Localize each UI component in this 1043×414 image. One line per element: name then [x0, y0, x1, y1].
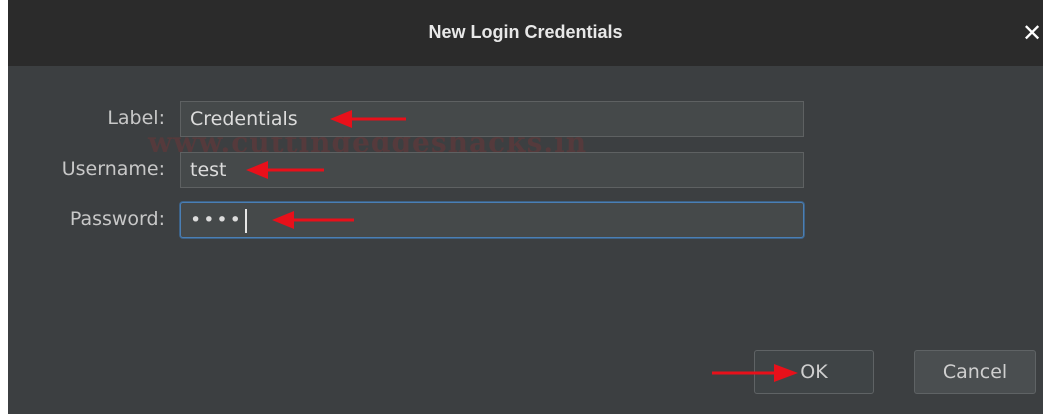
username-input-value: test	[190, 159, 227, 181]
annotation-arrow-ok	[712, 364, 798, 382]
cancel-button[interactable]: Cancel	[914, 350, 1036, 394]
login-credentials-dialog: New Login Credentials ✕ www.cuttingedges…	[8, 0, 1043, 414]
text-caret	[244, 208, 247, 233]
label-field-label: Label:	[107, 107, 165, 129]
annotation-arrow-password	[272, 211, 354, 229]
label-row-label: Label:	[8, 101, 165, 137]
username-field-label: Username:	[61, 158, 165, 180]
annotation-arrow-username	[246, 161, 324, 179]
dialog-title: New Login Credentials	[428, 22, 623, 42]
dialog-titlebar: New Login Credentials ✕	[8, 0, 1043, 66]
password-field-label: Password:	[69, 208, 165, 230]
password-input-mask: ••••	[190, 209, 243, 231]
label-input-value: Credentials	[190, 108, 298, 130]
password-row-label: Password:	[8, 202, 165, 238]
username-row-label: Username:	[8, 152, 165, 188]
annotation-arrow-label	[330, 110, 406, 128]
label-input[interactable]: Credentials	[180, 101, 804, 137]
close-icon[interactable]: ✕	[1021, 19, 1043, 47]
